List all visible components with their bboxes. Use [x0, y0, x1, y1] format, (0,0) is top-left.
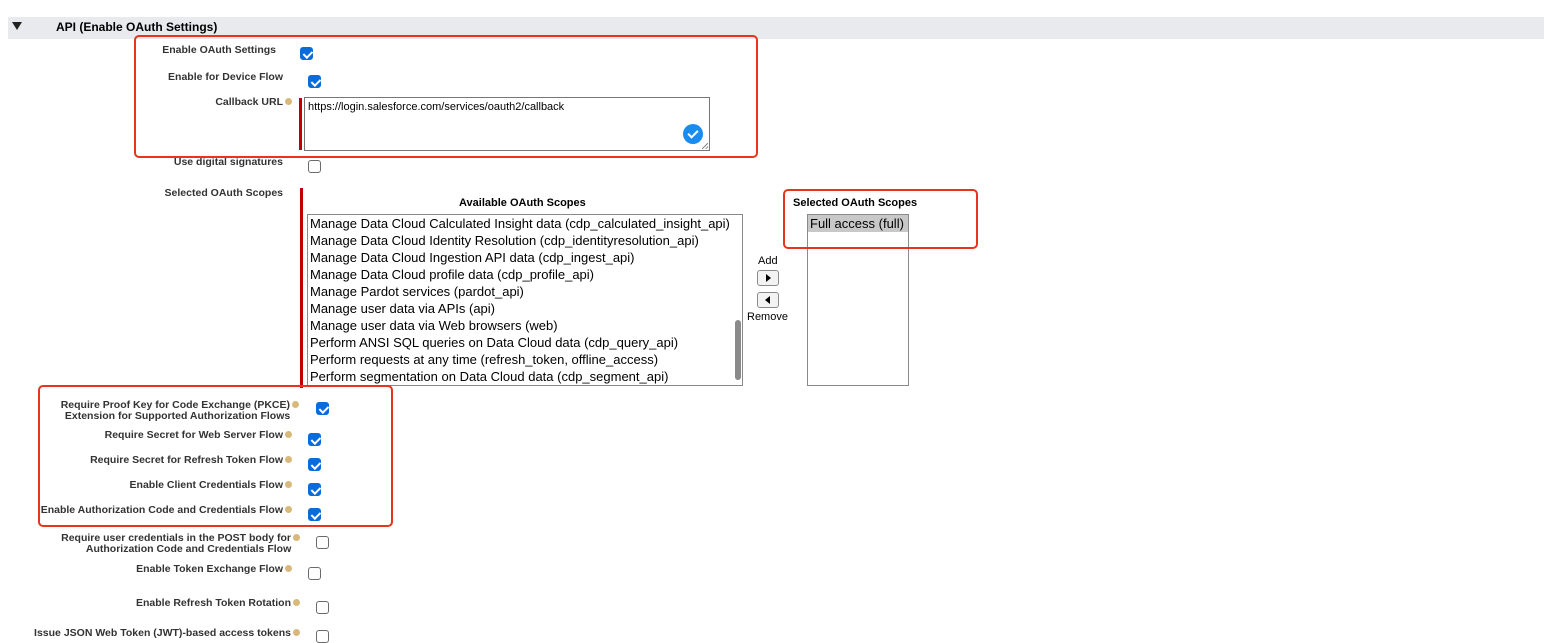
available-scope-option[interactable]: Manage Pardot services (pardot_api): [308, 283, 742, 300]
help-icon[interactable]: [293, 598, 300, 606]
available-scope-option[interactable]: Manage user data via APIs (api): [308, 300, 742, 317]
refresh-rotation-label: Enable Refresh Token Rotation: [136, 598, 300, 609]
refresh-rotation-checkbox[interactable]: [316, 601, 329, 614]
post-body-credentials-checkbox[interactable]: [316, 536, 329, 549]
available-scope-option[interactable]: Perform requests at any time (refresh_to…: [308, 351, 742, 368]
available-scope-option[interactable]: Manage Data Cloud Calculated Insight dat…: [308, 215, 742, 232]
scrollbar-thumb[interactable]: [735, 320, 741, 380]
available-scope-option[interactable]: Manage Data Cloud Identity Resolution (c…: [308, 232, 742, 249]
jwt-tokens-label: Issue JSON Web Token (JWT)-based access …: [34, 628, 300, 639]
available-scopes-title: Available OAuth Scopes: [459, 197, 586, 209]
required-indicator: [300, 188, 303, 388]
available-scope-option[interactable]: Manage Data Cloud Ingestion API data (cd…: [308, 249, 742, 266]
available-scope-option[interactable]: Perform ANSI SQL queries on Data Cloud d…: [308, 334, 742, 351]
available-scopes-listbox[interactable]: Manage Data Cloud Calculated Insight dat…: [307, 214, 743, 386]
highlight-box-oauth: [134, 35, 758, 158]
digital-signatures-label: Use digital signatures: [173, 156, 283, 168]
selected-scopes-label: Selected OAuth Scopes: [164, 187, 283, 199]
available-scope-option[interactable]: Manage user data via Web browsers (web): [308, 317, 742, 334]
available-scope-option[interactable]: Perform segmentation on Data Cloud data …: [308, 368, 742, 385]
help-icon[interactable]: [285, 564, 292, 572]
collapse-triangle-icon[interactable]: [12, 22, 22, 30]
jwt-tokens-checkbox[interactable]: [316, 630, 329, 643]
remove-label: Remove: [747, 311, 788, 323]
digital-signatures-checkbox[interactable]: [308, 160, 321, 173]
arrow-right-icon: [766, 274, 771, 282]
highlight-box-flows: [38, 385, 393, 527]
token-exchange-label: Enable Token Exchange Flow: [136, 564, 292, 575]
highlight-box-selected-scopes: [783, 189, 978, 249]
available-scope-option[interactable]: Manage Data Cloud profile data (cdp_prof…: [308, 266, 742, 283]
add-label: Add: [758, 255, 778, 267]
add-button[interactable]: [757, 270, 779, 286]
remove-button[interactable]: [757, 292, 779, 308]
arrow-left-icon: [765, 296, 770, 304]
post-body-credentials-label: Require user credentials in the POST bod…: [61, 533, 300, 555]
help-icon[interactable]: [293, 533, 300, 541]
token-exchange-checkbox[interactable]: [308, 567, 321, 580]
section-title: API (Enable OAuth Settings): [56, 20, 218, 34]
